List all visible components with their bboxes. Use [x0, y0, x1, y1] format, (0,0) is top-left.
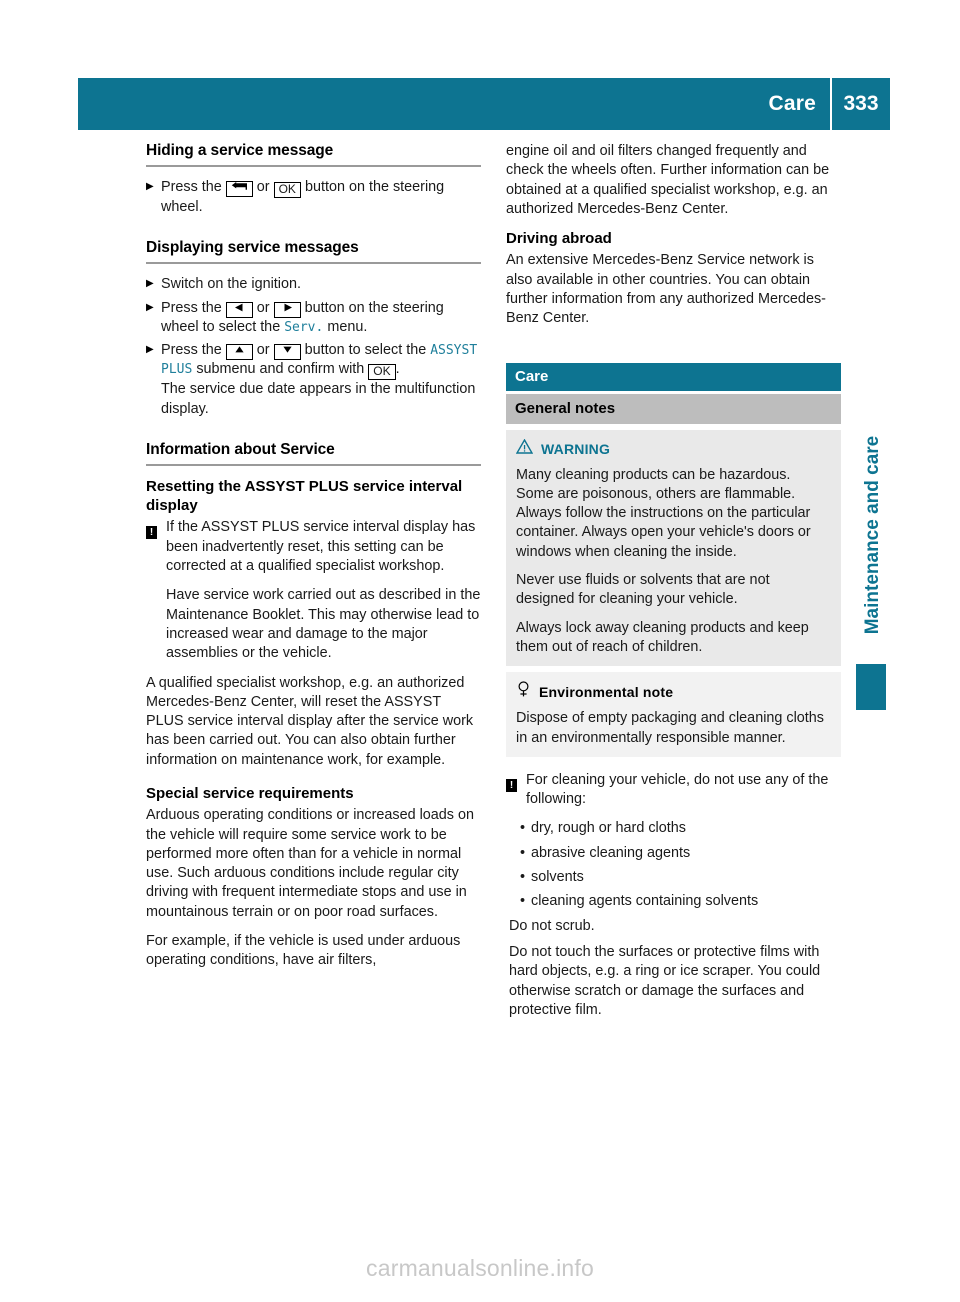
list-item: • cleaning agents containing solvents [520, 892, 841, 911]
list-item: • dry, rough or hard cloths [520, 819, 841, 838]
ok-key[interactable]: OK [368, 364, 396, 381]
page-title: Care [768, 92, 816, 115]
heading-rule [146, 464, 481, 467]
step-text-or: or [256, 179, 270, 195]
environmental-para-1: Dispose of empty packaging and cleaning … [516, 710, 824, 746]
side-tab-marker [856, 664, 886, 710]
subheading-driving-abroad: Driving abroad [506, 230, 612, 248]
section-caption-care: Care [506, 362, 841, 391]
warning-triangle-icon [515, 438, 534, 459]
bullet-icon: • [520, 893, 526, 910]
up-arrow-key[interactable] [225, 344, 253, 361]
subsection-caption-general-notes: General notes [506, 393, 841, 424]
ok-key[interactable]: OK [273, 182, 301, 198]
cleaning-caution-note: ! For cleaning your vehicle, do not use … [506, 771, 841, 810]
bullet-icon: • [520, 869, 526, 886]
para-do-not-scrub: Do not scrub. [509, 917, 595, 934]
heading-displaying-service-messages: Displaying service messages [146, 239, 359, 257]
step-text-or: or [256, 299, 270, 316]
step-arrow-icon: ▶ [146, 301, 154, 313]
para-driving-abroad: An extensive Mercedes-Benz Service netwo… [506, 252, 826, 327]
list-item: • solvents [520, 868, 841, 887]
bullet-icon: • [520, 844, 526, 861]
heading-rule [146, 262, 481, 265]
para-example-continued: For example, if the vehicle is used unde… [146, 932, 461, 969]
heading-hiding-a-service-message: Hiding a service message [146, 142, 334, 159]
step-result-text: The service due date appears in the mult… [161, 381, 476, 417]
step-text: Press the or OK button on the steering w… [161, 178, 481, 217]
caution-note-para-2: Have service work carried out as describ… [166, 587, 481, 662]
environmental-label: Environmental note [539, 683, 674, 700]
environment-tree-icon [516, 681, 531, 702]
left-column: Hiding a service message ▶ Press the or … [146, 142, 481, 981]
display-text-serv: Serv. [284, 319, 324, 335]
step-text-pre: Press the [161, 179, 222, 195]
environmental-box-header: Environmental note [516, 681, 831, 702]
site-watermark: carmanualsonline.info [366, 1255, 594, 1281]
bullet-icon: • [520, 820, 526, 837]
step-text-mid: button to select the [304, 342, 427, 359]
para-continuation: engine oil and oil filters changed frequ… [506, 143, 830, 217]
step-item: ▶ Press the or OK button on the steering… [146, 178, 481, 217]
step-arrow-icon: ▶ [146, 278, 154, 290]
cleaning-caution-text: For cleaning your vehicle, do not use an… [526, 771, 829, 808]
page-header-bar: Care 333 [78, 78, 890, 130]
back-arrow-key[interactable] [225, 181, 253, 197]
step-text-pre: Press the [161, 342, 222, 359]
right-arrow-key[interactable] [273, 301, 301, 318]
left-arrow-key[interactable] [225, 301, 253, 318]
list-item-label: cleaning agents containing solvents [531, 893, 759, 910]
exclamation-box-icon: ! [506, 771, 526, 793]
warning-para-1: Many cleaning products can be hazardous.… [516, 466, 811, 560]
caution-note: ! If the ASSYST PLUS service interval di… [146, 518, 481, 576]
step-text-period: . [395, 361, 400, 378]
para-do-not-touch: Do not touch the surfaces or protective … [509, 943, 821, 1018]
cleaning-avoid-list: • dry, rough or hard cloths • abrasive cle… [520, 819, 841, 911]
step-item: ▶ Press the or button on the steering wh… [146, 299, 481, 338]
heading-rule [146, 165, 481, 167]
side-tab: Maintenance and care [852, 398, 886, 738]
subheading-resetting-assyst-plus: Resetting the ASSYST PLUS service interv… [146, 478, 463, 515]
warning-label: WARNING [541, 440, 611, 457]
para-arduous-conditions: Arduous operating conditions or increase… [146, 807, 474, 920]
step-text: Press the or button to select the ASSYST… [161, 341, 481, 419]
step-text-mid2: submenu and confirm with [196, 361, 365, 378]
warning-box-header: WARNING [515, 438, 831, 459]
step-item: ▶ Switch on the ignition. [146, 275, 481, 294]
right-column: engine oil and oil filters changed frequ… [506, 142, 841, 1030]
subheading-special-service-requirements: Special service requirements [146, 785, 354, 803]
para-reset-info: A qualified specialist workshop, e.g. an… [146, 674, 474, 768]
warning-para-3: Always lock away cleaning products and k… [516, 619, 809, 655]
step-arrow-icon: ▶ [146, 344, 154, 356]
heading-information-about-service: Information about Service [146, 441, 335, 459]
list-item-label: abrasive cleaning agents [531, 844, 691, 861]
list-item-label: solvents [531, 869, 584, 886]
caution-note-para-1: If the ASSYST PLUS service interval disp… [166, 519, 476, 575]
step-text-or: or [256, 342, 270, 359]
warning-para-2: Never use fluids or solvents that are no… [516, 572, 770, 608]
step-text-post: menu. [327, 318, 368, 335]
caution-note-text: If the ASSYST PLUS service interval disp… [166, 518, 481, 576]
page-number: 333 [843, 92, 879, 115]
warning-box: WARNING Many cleaning products can be ha… [506, 429, 841, 667]
step-text: Switch on the ignition. [161, 276, 301, 293]
environmental-note-box: Environmental note Dispose of empty pack… [506, 672, 841, 757]
side-tab-label: Maintenance and care [862, 435, 883, 635]
down-arrow-key[interactable] [273, 344, 301, 361]
step-item: ▶ Press the or button to select the ASSY… [146, 341, 481, 419]
exclamation-box-icon: ! [146, 518, 166, 540]
list-item-label: dry, rough or hard cloths [531, 820, 686, 837]
step-text: Press the or button on the steering whee… [161, 299, 481, 338]
step-arrow-icon: ▶ [146, 181, 154, 192]
list-item: • abrasive cleaning agents [520, 844, 841, 863]
step-text-pre: Press the [161, 299, 222, 316]
